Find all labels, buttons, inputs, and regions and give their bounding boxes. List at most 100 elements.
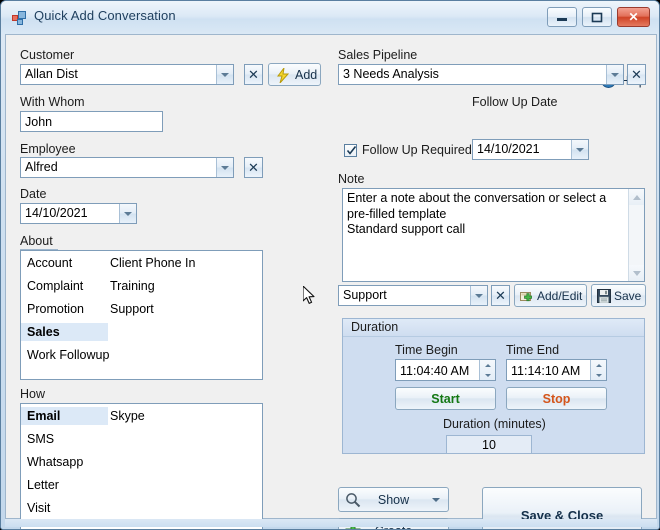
- about-item-account[interactable]: Account: [27, 254, 72, 272]
- about-item-complaint[interactable]: Complaint: [27, 277, 83, 295]
- add-card-icon: [520, 289, 535, 307]
- chevron-down-icon[interactable]: [432, 497, 440, 502]
- time-begin-label: Time Begin: [395, 343, 458, 357]
- sales-pipeline-dropdown-button[interactable]: [606, 65, 623, 84]
- stop-label: Stop: [542, 391, 571, 406]
- maximize-icon: [583, 8, 611, 26]
- client-area: Customer Allan Dist ✕ Add With Whom John…: [5, 34, 657, 529]
- how-label: How: [20, 387, 46, 401]
- sales-pipeline-clear-button[interactable]: ✕: [627, 64, 646, 85]
- chevron-down-icon: [124, 211, 132, 216]
- duration-minutes-text: 10: [482, 437, 496, 452]
- about-item-support[interactable]: Support: [110, 300, 154, 318]
- chevron-down-icon: [221, 72, 229, 77]
- close-button[interactable]: ✕: [617, 7, 650, 27]
- time-end-value: 11:14:10 AM: [511, 364, 581, 378]
- how-item-letter[interactable]: Letter: [27, 476, 59, 494]
- time-begin-spinner[interactable]: [479, 360, 495, 380]
- scroll-down-icon[interactable]: [629, 265, 644, 281]
- template-combo[interactable]: Support: [338, 285, 488, 306]
- about-item-sales[interactable]: Sales: [21, 323, 108, 341]
- start-button[interactable]: Start: [395, 387, 496, 410]
- employee-value: Alfred: [25, 160, 58, 174]
- add-customer-button[interactable]: Add: [268, 63, 321, 86]
- time-end-spinner[interactable]: [590, 360, 606, 380]
- spinner-up-icon[interactable]: [480, 360, 495, 370]
- chevron-down-icon: [576, 147, 584, 152]
- with-whom-input[interactable]: John: [20, 111, 163, 132]
- stop-button[interactable]: Stop: [506, 387, 607, 410]
- follow-up-date-value: 14/10/2021: [477, 142, 540, 156]
- spinner-down-icon[interactable]: [480, 370, 495, 380]
- follow-up-date-dropdown-button[interactable]: [571, 140, 588, 159]
- template-clear-button[interactable]: ✕: [491, 285, 510, 306]
- about-item-client-phone-in[interactable]: Client Phone In: [110, 254, 195, 272]
- employee-dropdown-button[interactable]: [216, 158, 233, 177]
- close-icon: ✕: [631, 66, 642, 82]
- note-textarea[interactable]: Enter a note about the conversation or s…: [342, 188, 645, 282]
- duration-minutes-value: 10: [446, 435, 532, 454]
- template-dropdown-button[interactable]: [470, 286, 487, 305]
- how-item-whatsapp[interactable]: Whatsapp: [27, 453, 83, 471]
- scroll-up-icon[interactable]: [629, 189, 644, 205]
- check-icon: [346, 146, 357, 155]
- how-item-sms[interactable]: SMS: [27, 430, 54, 448]
- time-begin-input[interactable]: 11:04:40 AM: [395, 359, 496, 381]
- employee-combo[interactable]: Alfred: [20, 157, 234, 178]
- time-end-label: Time End: [506, 343, 560, 357]
- sales-pipeline-combo[interactable]: 3 Needs Analysis: [338, 64, 624, 85]
- with-whom-label: With Whom: [20, 95, 85, 109]
- show-button[interactable]: Show: [338, 487, 449, 512]
- customer-value: Allan Dist: [25, 67, 78, 81]
- app-icon: [12, 11, 27, 25]
- time-end-input[interactable]: 11:14:10 AM: [506, 359, 607, 381]
- time-begin-value: 11:04:40 AM: [400, 364, 470, 378]
- save-template-button[interactable]: Save: [591, 284, 646, 307]
- customer-combo[interactable]: Allan Dist: [20, 64, 234, 85]
- spinner-down-icon[interactable]: [591, 370, 606, 380]
- close-icon: ✕: [248, 159, 259, 175]
- note-scrollbar[interactable]: [628, 189, 644, 281]
- date-picker[interactable]: 14/10/2021: [20, 203, 137, 224]
- title-bar: Quick Add Conversation ✕: [1, 1, 659, 34]
- chevron-down-icon: [611, 72, 619, 77]
- maximize-button[interactable]: [582, 7, 612, 27]
- window-title: Quick Add Conversation: [34, 8, 176, 23]
- how-item-email[interactable]: Email: [21, 407, 108, 425]
- lightning-bolt-icon: [276, 67, 290, 86]
- customer-clear-button[interactable]: ✕: [244, 64, 263, 85]
- follow-up-date-label: Follow Up Date: [472, 95, 558, 109]
- sales-pipeline-label: Sales Pipeline: [338, 48, 418, 62]
- how-item-visit[interactable]: Visit: [27, 499, 50, 517]
- chevron-down-icon: [475, 293, 483, 298]
- customer-dropdown-button[interactable]: [216, 65, 233, 84]
- save-template-label: Save: [614, 289, 642, 303]
- about-item-promotion[interactable]: Promotion: [27, 300, 84, 318]
- start-label: Start: [431, 391, 460, 406]
- add-edit-template-button[interactable]: Add/Edit: [514, 284, 587, 307]
- about-item-training[interactable]: Training: [110, 277, 155, 295]
- about-label: About: [20, 234, 58, 250]
- close-icon: ✕: [248, 66, 259, 82]
- add-edit-label: Add/Edit: [537, 289, 583, 303]
- minimize-button[interactable]: [547, 7, 577, 27]
- duration-minutes-label: Duration (minutes): [443, 417, 546, 431]
- how-listbox[interactable]: Email SMS Whatsapp Letter Visit Skype: [20, 403, 263, 529]
- with-whom-value: John: [25, 115, 53, 129]
- note-value: Enter a note about the conversation or s…: [347, 191, 607, 236]
- mouse-cursor: [302, 285, 317, 306]
- follow-up-required-checkbox[interactable]: [344, 144, 357, 157]
- date-dropdown-button[interactable]: [119, 204, 136, 223]
- follow-up-date-picker[interactable]: 14/10/2021: [472, 139, 589, 160]
- employee-label: Employee: [20, 142, 76, 156]
- add-customer-label: Add: [295, 68, 318, 82]
- follow-up-required-label[interactable]: Follow Up Required: [362, 143, 472, 157]
- date-value: 14/10/2021: [25, 206, 88, 220]
- employee-clear-button[interactable]: ✕: [244, 157, 263, 178]
- spinner-up-icon[interactable]: [591, 360, 606, 370]
- about-item-work-followup[interactable]: Work Followup: [27, 346, 109, 364]
- floppy-disk-icon: [597, 289, 611, 306]
- about-listbox[interactable]: Sales Account Complaint Promotion Work F…: [20, 250, 263, 380]
- chevron-down-icon: [221, 165, 229, 170]
- how-item-skype[interactable]: Skype: [110, 407, 145, 425]
